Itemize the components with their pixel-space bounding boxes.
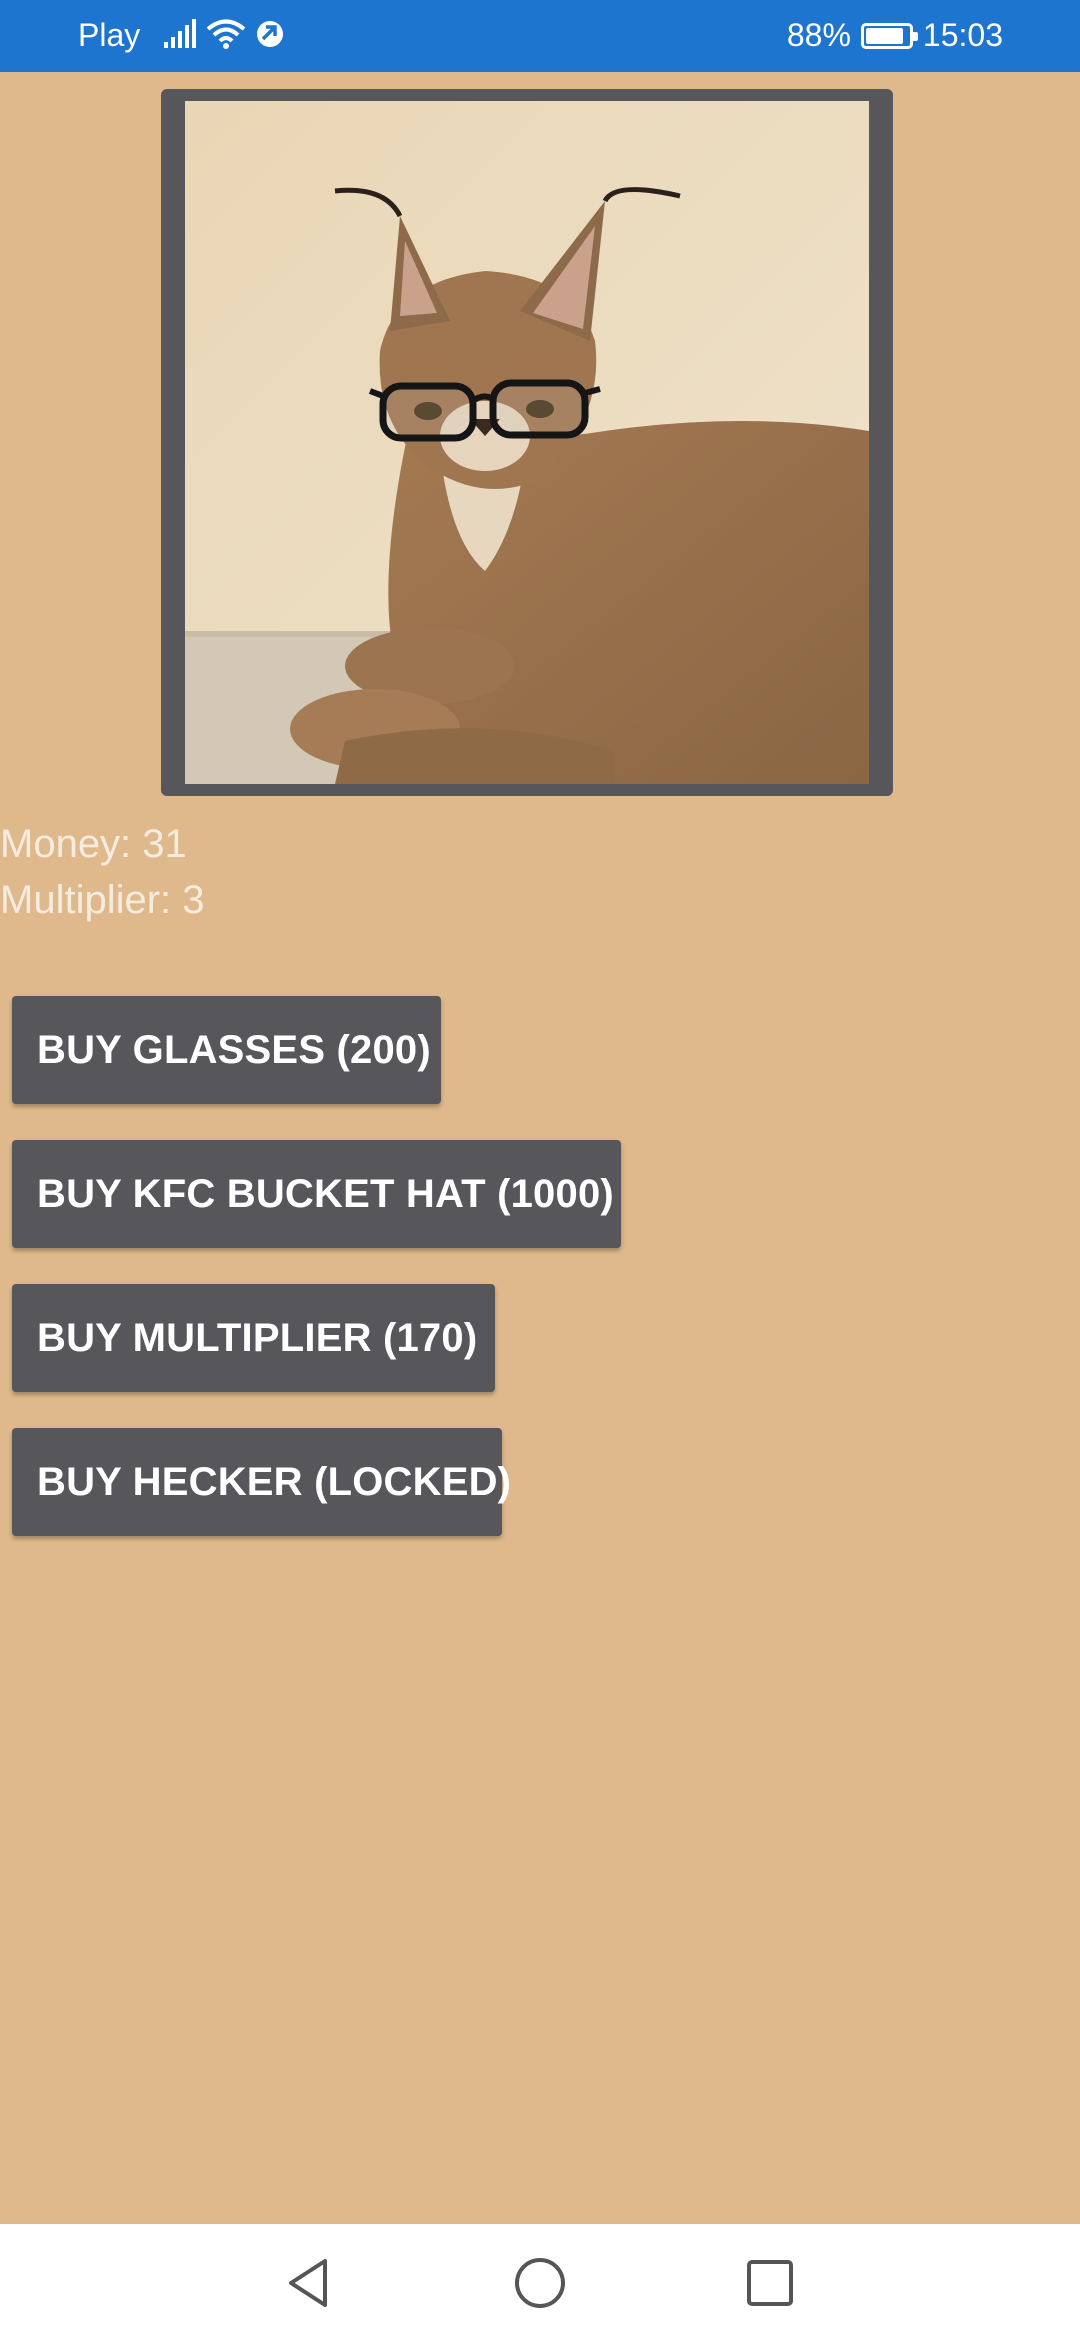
status-right: 88% 15:03: [787, 17, 1003, 54]
status-bar: Play 88% 15:03: [0, 0, 1080, 72]
caracal-with-glasses-image: [185, 101, 869, 784]
data-saver-icon: [257, 21, 283, 47]
buy-multiplier-button[interactable]: BUY MULTIPLIER (170): [12, 1284, 495, 1392]
money-counter: Money: 31: [0, 822, 187, 866]
battery-level: [865, 27, 903, 44]
wifi-icon: [206, 19, 246, 49]
back-icon[interactable]: [279, 2253, 339, 2313]
status-icons: [162, 18, 286, 50]
navigation-bar: [0, 2224, 1080, 2340]
buy-glasses-button[interactable]: BUY GLASSES (200): [12, 996, 441, 1104]
carrier-name: Play: [78, 17, 141, 53]
character-image[interactable]: [185, 101, 869, 784]
home-icon[interactable]: [510, 2253, 570, 2313]
buy-kfc-bucket-hat-button[interactable]: BUY KFC BUCKET HAT (1000): [12, 1140, 621, 1248]
battery-icon: [860, 22, 918, 49]
buy-hecker-button[interactable]: BUY HECKER (LOCKED): [12, 1428, 511, 1536]
signal-icon: [164, 19, 196, 48]
recents-icon[interactable]: [740, 2253, 800, 2313]
clock: 15:03: [922, 17, 1003, 53]
battery-percent: 88%: [786, 17, 851, 53]
multiplier-counter: Multiplier: 3: [0, 878, 205, 922]
character-frame: [161, 89, 893, 796]
